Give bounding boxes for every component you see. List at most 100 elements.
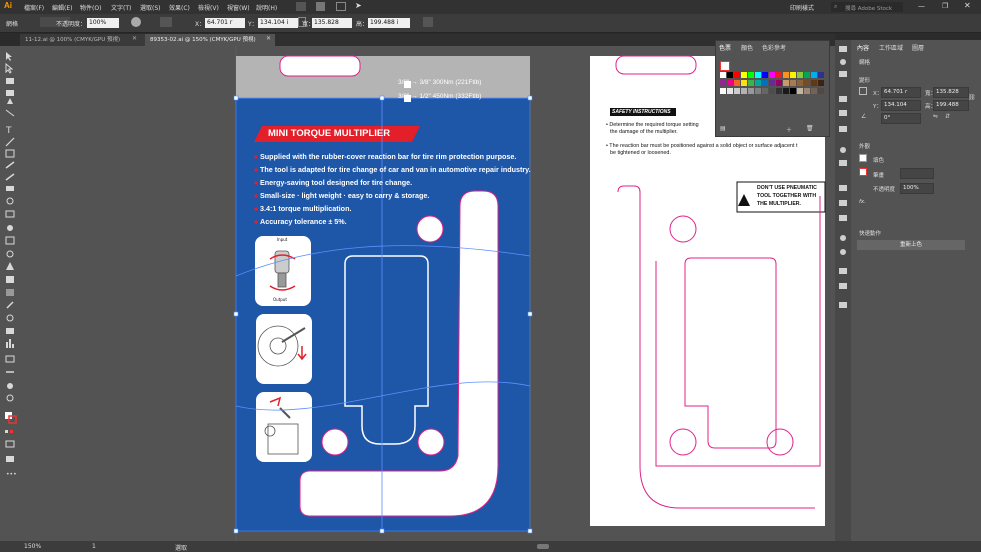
tab-doc-1[interactable]: 11-12.ai @ 100% (CMYK/GPU 預視) — [20, 34, 145, 46]
paragraph-icon[interactable] — [839, 110, 847, 116]
transparency-icon[interactable] — [839, 215, 847, 221]
color-swatch[interactable] — [790, 72, 796, 78]
menu-object[interactable]: 物件(O) — [80, 3, 101, 12]
color-swatch[interactable] — [818, 72, 824, 78]
eraser-tool-icon[interactable] — [6, 186, 14, 191]
tab-color-guide[interactable]: 色彩參考 — [762, 43, 786, 52]
color-swatch[interactable] — [797, 88, 803, 94]
fill-swatch-icon[interactable] — [859, 154, 867, 162]
send-icon[interactable]: ➤ — [355, 1, 362, 10]
menu-view[interactable]: 檢視(V) — [198, 3, 219, 12]
stroke-weight-input[interactable] — [900, 168, 934, 179]
menu-help[interactable]: 說明(H) — [256, 3, 277, 12]
magic-wand-tool-icon[interactable] — [6, 78, 14, 84]
type-tool-icon[interactable]: T — [5, 126, 12, 136]
properties-icon[interactable] — [839, 46, 847, 52]
draw-mode-icon[interactable] — [5, 440, 15, 448]
menu-file[interactable]: 檔案(F) — [24, 3, 44, 12]
flip-horizontal-icon[interactable]: ⇋ — [933, 113, 938, 120]
maximize-icon[interactable]: ❐ — [942, 2, 948, 10]
workspace-switcher[interactable]: 印刷樣式 — [790, 3, 814, 12]
menu-window[interactable]: 視窗(W) — [227, 3, 250, 12]
color-swatch[interactable] — [762, 72, 768, 78]
rotate-angle-input[interactable]: 0° — [881, 113, 921, 124]
constrain-proportions-icon[interactable]: ⛓ — [968, 94, 976, 101]
stock-search-input[interactable]: ⌕ 搜尋 Adobe Stock — [831, 2, 903, 12]
tab-artboards[interactable]: 工作區域 — [879, 43, 903, 52]
bridge-icon[interactable] — [296, 2, 306, 11]
opacity-input[interactable]: 100% — [87, 18, 119, 28]
swatches-icon[interactable] — [839, 71, 847, 77]
stroke-icon[interactable] — [839, 185, 847, 191]
prop-w-input[interactable]: 135.828 — [933, 87, 969, 98]
color-swatch[interactable] — [720, 80, 726, 86]
opentype-icon[interactable] — [839, 126, 847, 132]
minimize-icon[interactable]: — — [918, 2, 925, 10]
tab-swatches[interactable]: 色票 — [719, 43, 731, 52]
color-swatch[interactable] — [727, 72, 733, 78]
menu-edit[interactable]: 編輯(E) — [52, 3, 72, 12]
stroke-swatch-icon[interactable] — [859, 168, 867, 176]
color-swatch[interactable] — [727, 80, 733, 86]
delete-swatch-icon[interactable]: 🗑 — [806, 125, 814, 132]
horizontal-scrollbar[interactable] — [537, 544, 549, 549]
color-swatch[interactable] — [720, 72, 726, 78]
screen-mode-icon[interactable] — [6, 456, 14, 462]
close-icon[interactable]: ✕ — [964, 1, 971, 10]
symbols-icon[interactable] — [840, 235, 846, 241]
menu-type[interactable]: 文字(T) — [111, 3, 131, 12]
arrange-documents-icon[interactable] — [336, 2, 346, 11]
prop-x-input[interactable]: 64.701 r — [881, 87, 921, 98]
color-swatch[interactable] — [783, 80, 789, 86]
direct-selection-tool-icon[interactable] — [5, 62, 14, 74]
color-swatch[interactable] — [762, 88, 768, 94]
color-swatch[interactable] — [818, 80, 824, 86]
effects-icon[interactable]: fx. — [859, 199, 866, 205]
transform-panel-icon[interactable] — [839, 302, 847, 308]
lasso-tool-icon[interactable] — [6, 90, 14, 96]
color-swatch[interactable] — [727, 88, 733, 94]
curvature-tool-icon[interactable] — [5, 109, 15, 117]
color-swatch[interactable] — [741, 88, 747, 94]
symbol-sprayer-tool-icon[interactable] — [6, 328, 14, 334]
align-icon[interactable] — [839, 268, 847, 274]
perspective-grid-tool-icon[interactable] — [6, 262, 14, 270]
edit-toolbar-icon[interactable]: ••• — [6, 471, 17, 478]
color-swatch[interactable] — [769, 88, 775, 94]
line-tool-icon[interactable] — [5, 137, 15, 147]
color-swatch[interactable] — [762, 80, 768, 86]
page-number[interactable]: 1 — [92, 543, 96, 550]
color-swatch[interactable] — [776, 72, 782, 78]
rotate-tool-icon[interactable] — [6, 197, 14, 205]
color-swatch[interactable] — [734, 88, 740, 94]
color-swatch[interactable] — [811, 88, 817, 94]
menu-effect[interactable]: 效果(C) — [169, 3, 190, 12]
align-icon[interactable] — [160, 17, 172, 27]
prop-y-input[interactable]: 134.104 — [881, 100, 921, 111]
selection-tool-icon[interactable] — [6, 52, 12, 61]
blend-tool-icon[interactable] — [6, 314, 14, 322]
gradient-icon[interactable] — [839, 200, 847, 206]
zoom-level[interactable]: 150% — [24, 543, 41, 550]
canvas[interactable]: 3/8" → 3/8" 300Nm (221Ftlb) 3/8" → 1/2" … — [20, 46, 835, 541]
tab-close-icon[interactable]: ✕ — [266, 35, 271, 42]
y-input[interactable]: 134.104 i — [258, 18, 298, 28]
tab-properties[interactable]: 內容 — [857, 43, 869, 52]
graphic-styles-icon[interactable] — [839, 160, 847, 166]
color-swatch[interactable] — [804, 72, 810, 78]
hand-tool-icon[interactable] — [7, 383, 13, 389]
gradient-tool-icon[interactable] — [6, 289, 14, 296]
color-swatch[interactable] — [748, 80, 754, 86]
menu-select[interactable]: 選取(S) — [140, 3, 161, 12]
width-tool-icon[interactable] — [7, 225, 13, 231]
stock-icon[interactable] — [316, 2, 325, 11]
color-swatch[interactable] — [755, 88, 761, 94]
tab-close-icon[interactable]: ✕ — [132, 35, 137, 42]
color-icon[interactable] — [840, 59, 846, 65]
color-swatch[interactable] — [783, 72, 789, 78]
brushes-icon[interactable] — [840, 249, 846, 255]
eyedropper-tool-icon[interactable] — [6, 301, 14, 309]
color-swatch[interactable] — [797, 80, 803, 86]
color-swatch[interactable] — [797, 72, 803, 78]
color-swatch[interactable] — [776, 80, 782, 86]
